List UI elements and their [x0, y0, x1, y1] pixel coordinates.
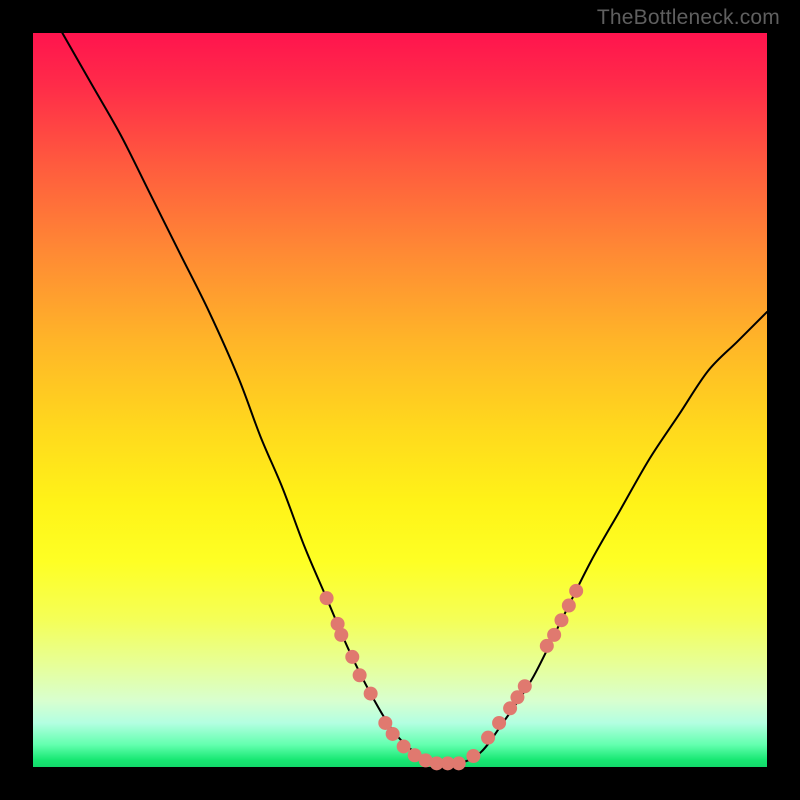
chart-svg [33, 33, 767, 767]
curve-marker [386, 727, 400, 741]
curve-marker [320, 591, 334, 605]
curve-marker [397, 739, 411, 753]
attribution-text: TheBottleneck.com [597, 6, 780, 30]
curve-markers [320, 584, 584, 770]
curve-marker [569, 584, 583, 598]
chart-frame: TheBottleneck.com [0, 0, 800, 800]
curve-marker [518, 679, 532, 693]
curve-marker [334, 628, 348, 642]
bottleneck-curve [62, 33, 767, 765]
curve-marker [492, 716, 506, 730]
curve-marker [452, 756, 466, 770]
plot-area [33, 33, 767, 767]
curve-marker [353, 668, 367, 682]
curve-marker [481, 731, 495, 745]
curve-marker [554, 613, 568, 627]
curve-marker [364, 687, 378, 701]
curve-marker [345, 650, 359, 664]
curve-marker [562, 599, 576, 613]
curve-marker [466, 749, 480, 763]
curve-marker [547, 628, 561, 642]
